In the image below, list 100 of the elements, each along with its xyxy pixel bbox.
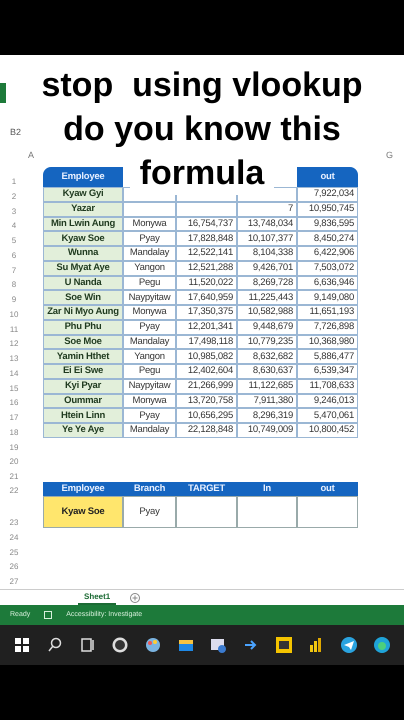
table-cell: 9,448,679 [237, 320, 297, 334]
row-number: 2 [12, 192, 16, 201]
table-cell: Phu Phu [43, 320, 123, 334]
search-icon[interactable] [46, 636, 64, 654]
name-box[interactable]: B2 [10, 126, 22, 140]
table-cell: 8,632,682 [237, 349, 297, 364]
table-cell: 10,582,988 [237, 305, 297, 320]
table-cell: Yangon [123, 349, 176, 364]
table-cell: 10,368,980 [297, 334, 358, 350]
row-number: 4 [12, 222, 16, 230]
table-cell: 10,656,295 [176, 408, 237, 423]
sheet-tab[interactable]: Sheet1 [78, 590, 116, 605]
column-header: TARGET [176, 482, 237, 496]
row-number: 24 [10, 534, 18, 542]
paper-plane-icon[interactable] [340, 636, 358, 654]
row-number: 5 [12, 237, 16, 245]
row-number: 22 [10, 487, 18, 495]
table-cell: Monywa [123, 216, 176, 232]
browser-icon[interactable] [372, 636, 391, 654]
table-cell: 12,521,288 [176, 260, 237, 276]
row-number: 15 [10, 384, 18, 392]
row-number: 20 [10, 458, 18, 466]
row-number: 9 [12, 296, 16, 304]
table-cell: 6,422,906 [297, 246, 358, 261]
table-cell: Pegu [123, 276, 176, 290]
table-cell: Pyay [123, 231, 176, 246]
table-cell: Mandalay [123, 423, 176, 438]
table-cell: 9,836,595 [297, 216, 358, 232]
table-cell: 9,426,701 [237, 260, 297, 276]
table-cell: 7,503,072 [297, 260, 358, 276]
table-cell: 7 [237, 202, 297, 216]
table-cell: 10,779,235 [237, 334, 297, 350]
table-cell: Mandalay [123, 246, 176, 261]
table-cell: Monywa [123, 305, 176, 320]
windows-icon[interactable] [13, 636, 32, 654]
row-number: 8 [12, 281, 16, 290]
row-number: 1 [12, 178, 16, 186]
column-header: out [297, 482, 358, 496]
table-cell: Naypyitaw [123, 290, 176, 305]
table-cell: 8,104,338 [237, 246, 297, 261]
table-cell: 7,726,898 [297, 320, 358, 334]
column-header: Employee [43, 167, 123, 187]
table-cell: Zar Ni Myo Aung [43, 305, 123, 320]
row-number: 25 [10, 548, 18, 556]
table-cell: 11,122,685 [237, 378, 297, 394]
table-cell: 8,296,319 [237, 408, 297, 423]
table-cell: 12,201,341 [176, 320, 237, 334]
table-cell: Soe Moe [43, 334, 123, 350]
table-cell: Soe Win [43, 290, 123, 305]
table-cell: 10,107,377 [237, 231, 297, 246]
table-cell: Yamin Hthet [43, 349, 123, 364]
table-cell: 13,720,758 [176, 394, 237, 408]
table-cell: Su Myat Aye [43, 260, 123, 276]
table-cell: 7,922,034 [297, 187, 358, 202]
table-cell: 16,754,737 [176, 216, 237, 232]
table-cell: 11,225,443 [237, 290, 297, 305]
paint-palette-icon[interactable] [144, 636, 162, 654]
row-number: 3 [12, 208, 16, 216]
table-cell: Yazar [43, 202, 123, 216]
table-cell: Pyay [123, 320, 176, 334]
column-header: In [237, 482, 297, 496]
row-number: 27 [10, 578, 18, 586]
table-cell: Pyay [123, 408, 176, 423]
table-cell: Ei Ei Swe [43, 364, 123, 379]
row-number: 23 [10, 519, 18, 527]
column-header: Employee [43, 482, 123, 496]
table-cell: Kyaw Gyi [43, 187, 123, 202]
table-cell: 17,498,118 [176, 334, 237, 350]
row-number: 10 [10, 310, 18, 319]
table-cell: U Nanda [43, 276, 123, 290]
table-cell: 6,539,347 [297, 364, 358, 379]
table-cell: 5,470,061 [297, 408, 358, 423]
table-cell: 8,269,728 [237, 276, 297, 290]
table-cell: 12,402,604 [176, 364, 237, 379]
table-cell: 21,266,999 [176, 378, 237, 394]
table-cell: 9,149,080 [297, 290, 358, 305]
table-cell: 17,350,375 [176, 305, 237, 320]
table-cell: 22,128,848 [176, 423, 237, 438]
column-header: Branch [123, 482, 176, 496]
row-number: 21 [10, 473, 18, 481]
add-sheet-icon[interactable] [130, 592, 140, 602]
row-number: 16 [10, 399, 18, 408]
table-cell: Ye Ye Aye [43, 423, 123, 438]
row-number: 19 [10, 444, 18, 452]
table-cell: Monywa [123, 394, 176, 408]
column-letter: A [28, 149, 36, 162]
table-cell: 10,800,452 [297, 423, 358, 438]
table-cell: 11,520,022 [176, 276, 237, 290]
task-view-icon[interactable] [78, 636, 97, 654]
column-header: out [297, 167, 358, 187]
table-cell: Oummar [43, 394, 123, 408]
photo-app-icon[interactable] [209, 636, 228, 654]
table-cell: 11,651,193 [297, 305, 358, 320]
row-number: 26 [10, 563, 18, 572]
row-number: 13 [10, 355, 18, 363]
table-cell: Naypyitaw [123, 378, 176, 394]
table-cell: Pegu [123, 364, 176, 379]
table-cell: 10,950,745 [297, 202, 358, 216]
image-app-icon[interactable] [274, 636, 293, 654]
row-number: 18 [10, 428, 18, 437]
